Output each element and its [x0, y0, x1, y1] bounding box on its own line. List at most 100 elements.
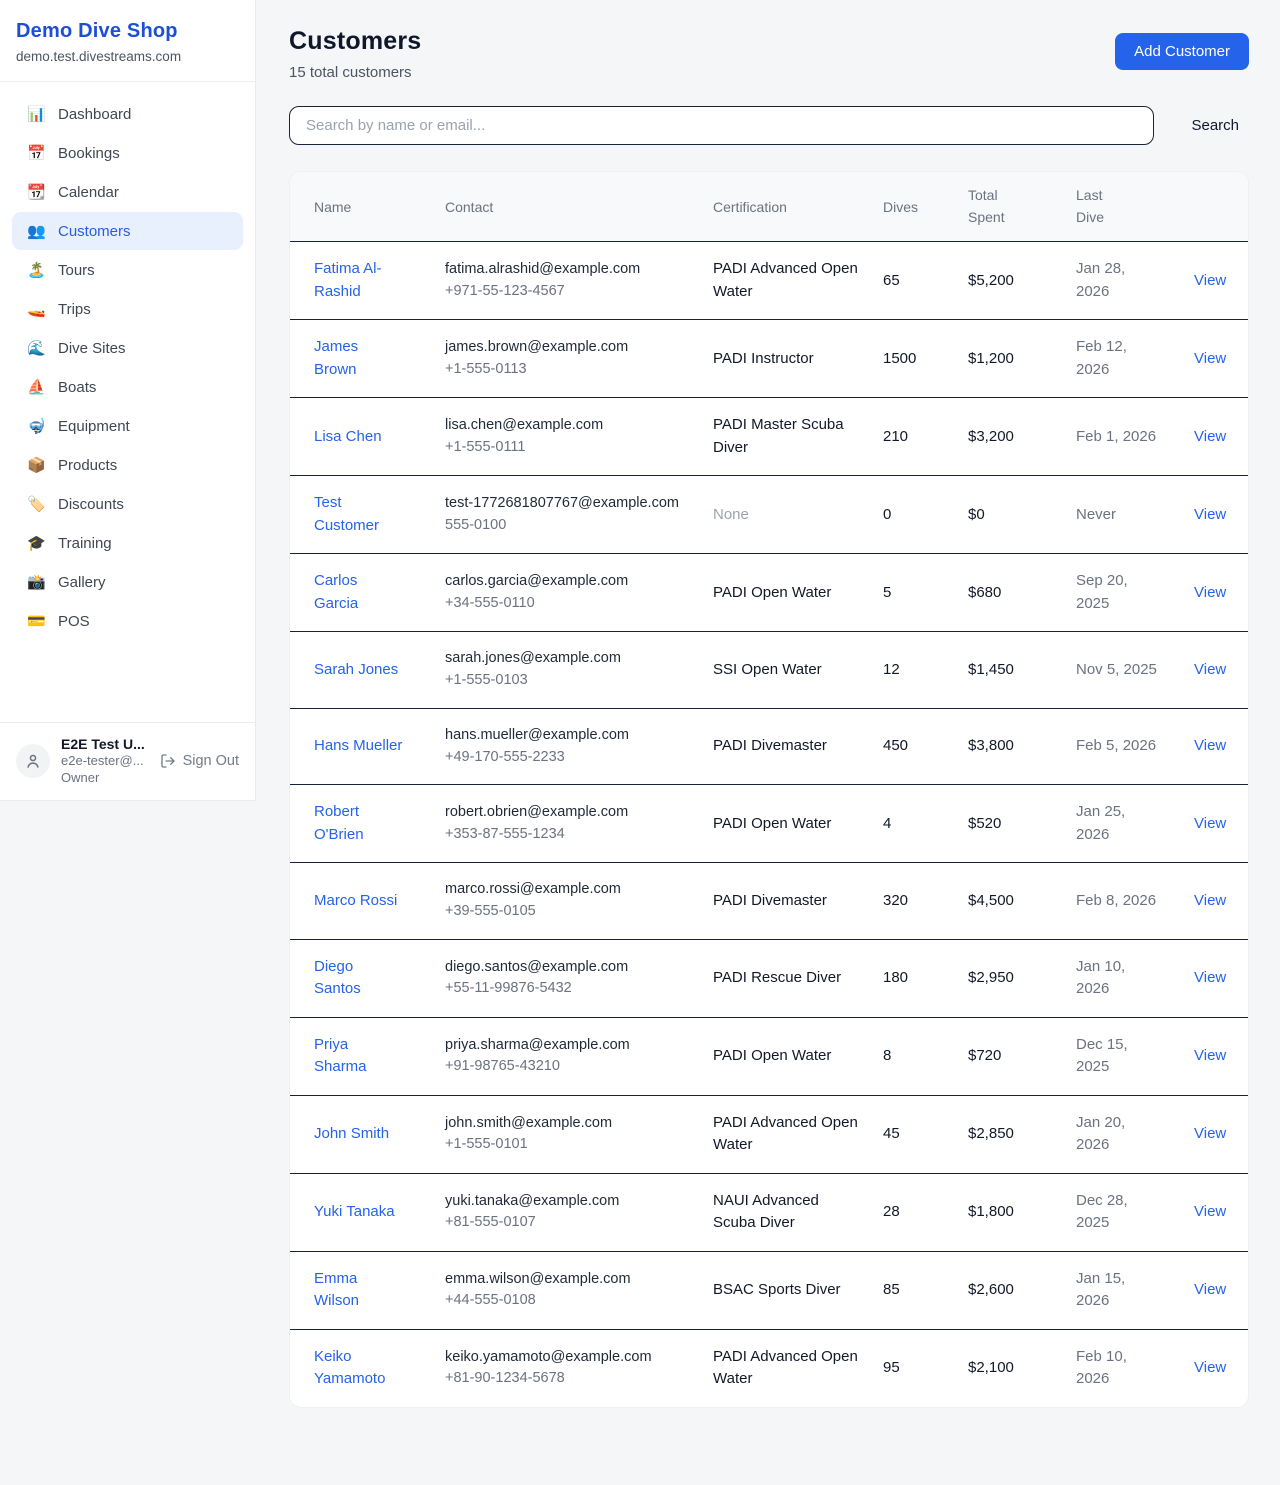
customer-name-link[interactable]: Test Customer	[314, 494, 379, 534]
customer-certification: PADI Advanced Open Water	[703, 1329, 873, 1407]
view-customer-link[interactable]: View	[1194, 584, 1226, 601]
customer-contact: keiko.yamamoto@example.com+81-90-1234-56…	[435, 1329, 703, 1407]
sidebar-item-label: Products	[58, 457, 117, 474]
customers-table-card: NameContactCertificationDivesTotal Spent…	[289, 171, 1249, 1408]
customer-email: hans.mueller@example.com	[445, 725, 693, 747]
customer-certification: PADI Advanced Open Water	[703, 1095, 873, 1173]
customer-name-link[interactable]: Emma Wilson	[314, 1270, 359, 1310]
sidebar-item-dashboard[interactable]: 📊Dashboard	[12, 95, 243, 133]
customer-total-spent: $4,500	[958, 863, 1066, 940]
sidebar-item-boats[interactable]: ⛵Boats	[12, 368, 243, 406]
customer-name-link[interactable]: Carlos Garcia	[314, 572, 358, 612]
customer-dives: 320	[873, 863, 958, 940]
customer-contact: robert.obrien@example.com+353-87-555-123…	[435, 785, 703, 863]
view-customer-link[interactable]: View	[1194, 506, 1226, 523]
sidebar-item-label: POS	[58, 613, 90, 630]
sidebar-item-label: Customers	[58, 223, 131, 240]
page-header: Customers 15 total customers Add Custome…	[289, 27, 1249, 81]
customer-certification: BSAC Sports Diver	[703, 1251, 873, 1329]
customer-total-spent: $1,450	[958, 632, 1066, 709]
sidebar-item-training[interactable]: 🎓Training	[12, 524, 243, 562]
customer-contact: priya.sharma@example.com+91-98765-43210	[435, 1017, 703, 1095]
customer-name-link[interactable]: John Smith	[314, 1125, 389, 1142]
calendar-icon: 📆	[27, 183, 45, 201]
customer-contact: marco.rossi@example.com+39-555-0105	[435, 863, 703, 940]
sidebar-item-label: Bookings	[58, 145, 120, 162]
customer-name-link[interactable]: James Brown	[314, 338, 358, 378]
customer-certification: PADI Open Water	[703, 785, 873, 863]
sidebar-item-equipment[interactable]: 🤿Equipment	[12, 407, 243, 445]
view-customer-link[interactable]: View	[1194, 815, 1226, 832]
sidebar-item-tours[interactable]: 🏝️Tours	[12, 251, 243, 289]
sidebar-item-gallery[interactable]: 📸Gallery	[12, 563, 243, 601]
table-row: Carlos Garcia carlos.garcia@example.com+3…	[290, 554, 1248, 632]
shop-domain: demo.test.divestreams.com	[16, 49, 239, 64]
search-button[interactable]: Search	[1181, 109, 1249, 142]
customer-name-link[interactable]: Priya Sharma	[314, 1036, 367, 1076]
customer-dives: 180	[873, 939, 958, 1017]
view-customer-link[interactable]: View	[1194, 1359, 1226, 1376]
customer-contact: carlos.garcia@example.com+34-555-0110	[435, 554, 703, 632]
table-row: James Brownjames.brown@example.com+1-555…	[290, 320, 1248, 398]
sidebar-item-pos[interactable]: 💳 POS	[12, 602, 243, 640]
view-customer-link[interactable]: View	[1194, 272, 1226, 289]
sign-out-button[interactable]: Sign Out	[160, 753, 239, 769]
customer-last-dive: Nov 5, 2025	[1066, 632, 1171, 709]
view-customer-link[interactable]: View	[1194, 661, 1226, 678]
view-customer-link[interactable]: View	[1194, 969, 1226, 986]
column-header-name: Name	[290, 172, 435, 242]
customer-phone: +81-555-0107	[445, 1212, 693, 1234]
customer-name-link[interactable]: Sarah Jones	[314, 661, 398, 678]
sidebar-item-trips[interactable]: 🚤Trips	[12, 290, 243, 328]
search-row: Search	[289, 106, 1249, 145]
customer-certification: PADI Master Scuba Diver	[703, 398, 873, 476]
customer-contact: test-1772681807767@example.com555-0100	[435, 476, 703, 554]
view-customer-link[interactable]: View	[1194, 1281, 1226, 1298]
view-customer-link[interactable]: View	[1194, 1047, 1226, 1064]
column-header-certification: Certification	[703, 172, 873, 242]
customer-certification: PADI Divemaster	[703, 863, 873, 940]
search-input[interactable]	[289, 106, 1154, 145]
customer-contact: john.smith@example.com+1-555-0101	[435, 1095, 703, 1173]
customer-name-link[interactable]: Diego Santos	[314, 958, 361, 998]
sidebar-item-discounts[interactable]: 🏷️Discounts	[12, 485, 243, 523]
add-customer-button[interactable]: Add Customer	[1115, 33, 1249, 70]
customer-name-link[interactable]: Keiko Yamamoto	[314, 1348, 385, 1388]
sidebar-item-calendar[interactable]: 📆Calendar	[12, 173, 243, 211]
customer-total-spent: $2,950	[958, 939, 1066, 1017]
customer-phone: +1-555-0101	[445, 1134, 693, 1156]
customer-certification: PADI Instructor	[703, 320, 873, 398]
customer-name-link[interactable]: Robert O'Brien	[314, 803, 364, 843]
customer-name-link[interactable]: Fatima Al-Rashid	[314, 260, 382, 300]
customer-name-link[interactable]: Hans Mueller	[314, 737, 402, 754]
customer-dives: 0	[873, 476, 958, 554]
view-customer-link[interactable]: View	[1194, 1203, 1226, 1220]
customers-people-icon: 👥	[27, 222, 45, 240]
customer-dives: 1500	[873, 320, 958, 398]
view-customer-link[interactable]: View	[1194, 428, 1226, 445]
column-header-last-dive: Last Dive	[1066, 172, 1171, 242]
customer-dives: 8	[873, 1017, 958, 1095]
customer-name-link[interactable]: Yuki Tanaka	[314, 1203, 395, 1220]
view-customer-link[interactable]: View	[1194, 1125, 1226, 1142]
customer-certification: PADI Divemaster	[703, 708, 873, 785]
sidebar-item-label: Boats	[58, 379, 96, 396]
customer-name-link[interactable]: Lisa Chen	[314, 428, 382, 445]
dive-sites-wave-icon: 🌊	[27, 339, 45, 357]
sidebar-nav: 📊Dashboard📅Bookings📆Calendar 👥 Customers 🏝️…	[0, 82, 255, 722]
sidebar-item-products[interactable]: 📦Products	[12, 446, 243, 484]
customer-name-link[interactable]: Marco Rossi	[314, 892, 397, 909]
customer-total-spent: $2,100	[958, 1329, 1066, 1407]
customer-dives: 28	[873, 1173, 958, 1251]
table-row: Lisa Chenlisa.chen@example.com+1-555-011…	[290, 398, 1248, 476]
view-customer-link[interactable]: View	[1194, 892, 1226, 909]
sidebar-item-customers[interactable]: 👥 Customers	[12, 212, 243, 250]
table-row: Sarah Jonessarah.jones@example.com+1-555…	[290, 632, 1248, 709]
pos-card-icon: 💳	[27, 612, 45, 630]
sidebar-item-dive-sites[interactable]: 🌊Dive Sites	[12, 329, 243, 367]
customer-phone: +34-555-0110	[445, 593, 693, 615]
sidebar-item-bookings[interactable]: 📅Bookings	[12, 134, 243, 172]
view-customer-link[interactable]: View	[1194, 350, 1226, 367]
view-customer-link[interactable]: View	[1194, 737, 1226, 754]
customer-phone: +1-555-0111	[445, 437, 693, 459]
